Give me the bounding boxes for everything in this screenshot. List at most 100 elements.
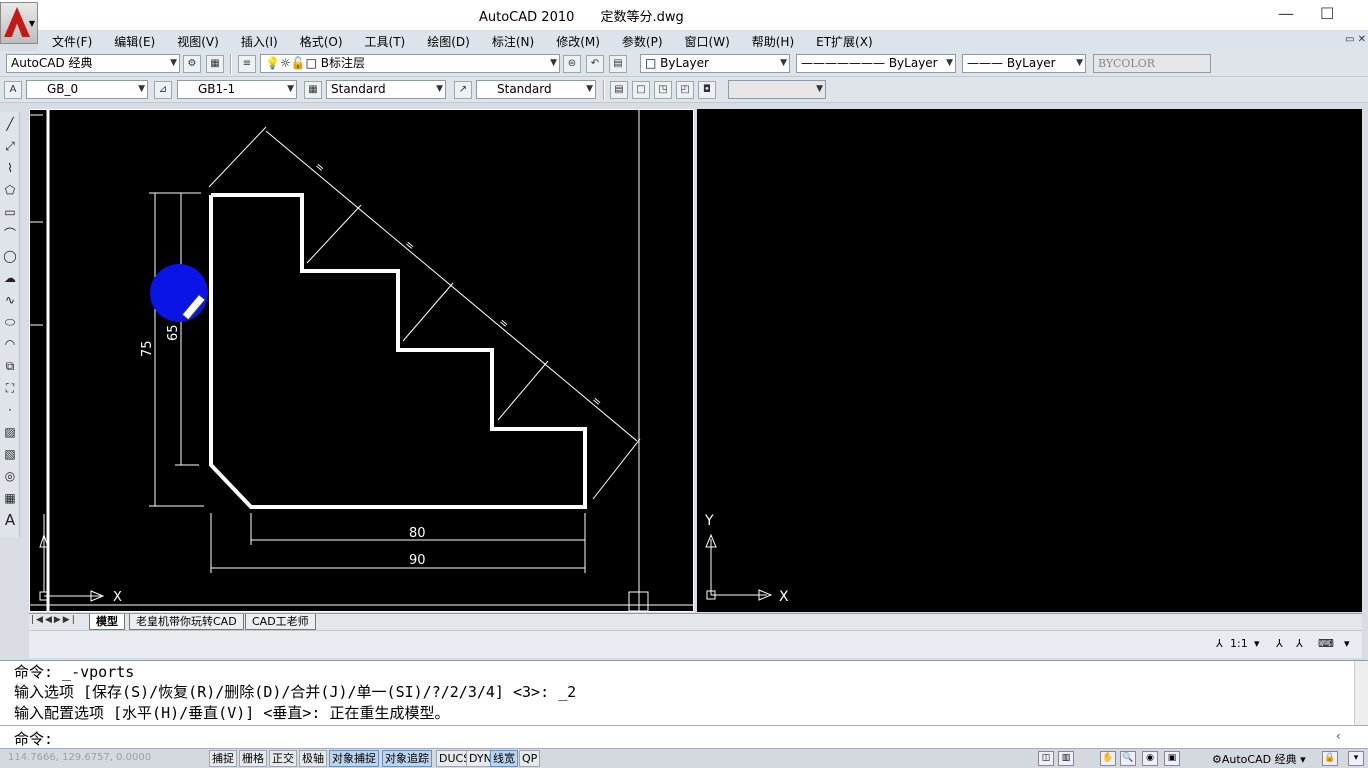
menu-express[interactable]: ET扩展(X) [805,33,884,50]
auto-scale-icon[interactable]: ⅄ [1296,637,1303,650]
text-style-combo[interactable]: GB_0 ▼ [26,80,148,99]
tab-layout2[interactable]: CAD工老师 [245,614,316,630]
toggle-grid[interactable]: 栅格 [239,750,267,767]
multileader-style-combo[interactable]: Standard ▼ [476,80,596,99]
annotation-visibility-icon[interactable]: ⅄ [1276,637,1283,650]
menu-window[interactable]: 窗口(W) [674,33,741,50]
insert-block-icon[interactable]: ⧉ [2,358,18,374]
table-style-icon[interactable]: ▦ [304,81,322,99]
tab-navigation-arrows[interactable]: |◀◀▶▶| [31,615,77,625]
linetype-combo[interactable]: ——————— ByLayer ▼ [796,54,956,73]
layout-space-icon[interactable]: ▥ [1058,751,1074,766]
toggle-snap[interactable]: 捕捉 [209,750,237,767]
clip-viewport-icon[interactable]: ◘ [698,81,716,99]
hatch-icon[interactable]: ▨ [2,424,18,440]
layer-states-icon[interactable]: ▤ [609,55,627,73]
menu-edit[interactable]: 编辑(E) [103,33,166,50]
workspace-customize-icon[interactable]: ▦ [206,55,224,73]
arc-icon[interactable]: ⌒ [2,226,18,242]
document-window-controls[interactable]: ▭ ✕ [1345,34,1366,45]
menu-file[interactable]: 文件(F) [38,33,103,50]
annotation-scale[interactable]: ⅄ 1:1 ▾ ⅄ ⅄ ⌨ ▾ [1216,633,1356,655]
gear-icon: ⚙ [1212,753,1222,766]
point-icon[interactable]: · [2,402,18,418]
viewport-left[interactable]: = = = = 75 65 80 90 X [29,109,694,612]
showmotion-icon[interactable]: ▣ [1164,751,1180,766]
text-style-icon[interactable]: A [4,81,22,99]
workspace-settings-icon[interactable]: ⚙ [183,55,201,73]
ellipse-arc-icon[interactable]: ◠ [2,336,18,352]
workspace-switch[interactable]: ⚙AutoCAD 经典 ▾ [1212,751,1306,767]
menu-dimension[interactable]: 标注(N) [481,33,545,50]
line-icon[interactable]: ╱ [2,116,18,132]
drawing-left: = = = = 75 65 80 90 X [29,109,694,612]
ellipse-icon[interactable]: ⬭ [2,314,18,330]
make-block-icon[interactable]: ⛶ [2,380,18,396]
table-icon[interactable]: ▦ [2,490,18,506]
zoom-icon[interactable]: 🔍 [1120,751,1136,766]
menu-parametric[interactable]: 参数(P) [611,33,674,50]
lock-icon[interactable]: 🔒 [1322,751,1338,766]
menu-insert[interactable]: 插入(I) [230,33,289,50]
construction-line-icon[interactable]: ⤢ [2,138,18,154]
toggle-quick-properties[interactable]: QP [519,750,541,767]
polygon-icon[interactable]: ⬠ [2,182,18,198]
ucs-x-label: X [113,590,122,605]
command-scrollbar[interactable] [1354,661,1368,725]
dim-style-value: GB1-1 [198,82,236,96]
status-menu-icon[interactable]: ▾ [1348,751,1364,766]
toggle-osnap[interactable]: 对象捕捉 [329,750,379,767]
menu-view[interactable]: 视图(V) [166,33,230,50]
dim-style-combo[interactable]: GB1-1 ▼ [177,80,297,99]
color-combo[interactable]: □ ByLayer ▼ [640,54,790,73]
application-menu-button[interactable]: ▼ [0,2,38,44]
polyline-icon[interactable]: ⌇ [2,160,18,176]
spline-icon[interactable]: ∿ [2,292,18,308]
layer-properties-icon[interactable]: ≡ [238,55,256,73]
toggle-lineweight[interactable]: 线宽 [490,750,518,767]
multiline-text-icon[interactable]: A [2,512,18,528]
menu-help[interactable]: 帮助(H) [741,33,805,50]
color-swatch-icon: □ [645,56,661,70]
menu-format[interactable]: 格式(O) [289,33,354,50]
toggle-otrack[interactable]: 对象追踪 [382,750,432,767]
convert-object-viewport-icon[interactable]: ◰ [676,81,694,99]
single-viewport-icon[interactable]: □ [632,81,650,99]
gradient-icon[interactable]: ▧ [2,446,18,462]
workspace-switch-icon[interactable]: ⌨ [1318,637,1334,650]
steering-wheel-icon[interactable]: ◉ [1142,751,1158,766]
region-icon[interactable]: ◎ [2,468,18,484]
equal-mark: = [402,237,417,253]
scroll-left-icon[interactable]: ‹ [1335,729,1342,743]
viewport-right[interactable]: X Y [697,109,1362,612]
lineweight-combo[interactable]: ——— ByLayer ▼ [962,54,1086,73]
layer-combo[interactable]: 💡☼🔓□ B标注层 ▼ [260,54,560,73]
tab-model[interactable]: 模型 [89,614,125,630]
minimize-button[interactable]: — [1278,4,1294,23]
menu-draw[interactable]: 绘图(D) [416,33,481,50]
toggle-ortho[interactable]: 正交 [269,750,297,767]
table-style-combo[interactable]: Standard ▼ [326,80,446,99]
rectangle-icon[interactable]: ▭ [2,204,18,220]
workspace-combo[interactable]: AutoCAD 经典 ▼ [6,54,180,73]
layer-previous-icon[interactable]: ↶ [586,55,604,73]
toggle-polar[interactable]: 极轴 [299,750,327,767]
circle-icon[interactable]: ◯ [2,248,18,264]
file-name: 定数等分.dwg [600,10,684,25]
menu-tools[interactable]: 工具(T) [354,33,417,50]
dim-style-icon[interactable]: ⊿ [154,81,172,99]
chevron-down-icon: ▼ [1076,58,1083,68]
division-line [402,282,454,342]
multileader-style-icon[interactable]: ↗ [454,81,472,99]
revision-cloud-icon[interactable]: ☁ [2,270,18,286]
viewport-dialog-icon[interactable]: ▤ [610,81,628,99]
tab-layout1[interactable]: 老皇机带你玩转CAD [129,614,244,630]
command-input[interactable]: 命令: ‹ [0,725,1368,749]
lineweight-combo-value: ByLayer [1006,56,1056,70]
pan-icon[interactable]: ✋ [1100,751,1116,766]
maximize-button[interactable]: ☐ [1320,4,1334,23]
menu-modify[interactable]: 修改(M) [545,33,611,50]
model-space-icon[interactable]: ◫ [1038,751,1054,766]
polygonal-viewport-icon[interactable]: ◳ [654,81,672,99]
make-current-layer-icon[interactable]: ⊜ [563,55,581,73]
